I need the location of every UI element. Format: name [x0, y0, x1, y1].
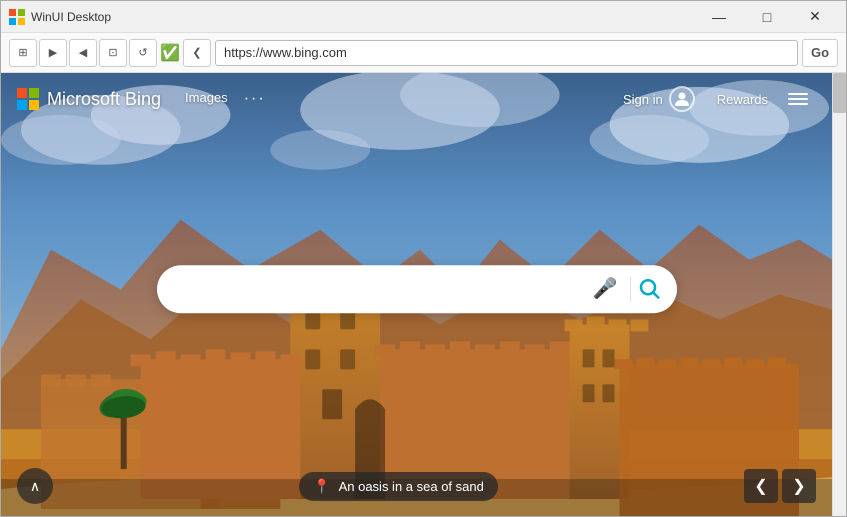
go-button[interactable]: Go [802, 39, 838, 67]
ms-logo-red [17, 88, 27, 98]
ms-logo-green [29, 88, 39, 98]
ms-logo-blue [17, 100, 27, 110]
rewards-button[interactable]: Rewards [713, 86, 772, 113]
window-controls: — □ ✕ [696, 1, 838, 33]
bottom-left-controls: ∧ [17, 468, 53, 504]
microsoft-logo [17, 88, 39, 110]
nav-toolbar: ⊞ ▶ ◀ ⊡ ↺ ✅ ❮ [9, 39, 211, 67]
image-caption: 📍 An oasis in a sea of sand [299, 472, 498, 501]
nav-images-link[interactable]: Images [185, 90, 228, 108]
search-divider [630, 277, 631, 301]
screen-btn-7[interactable]: ❮ [183, 39, 211, 67]
bottom-right-controls: ❮ ❯ [744, 469, 816, 503]
nav-links: Images ··· [185, 90, 266, 108]
minimize-button[interactable]: — [696, 1, 742, 33]
scrollbar-thumb[interactable] [833, 73, 846, 113]
app-window: WinUI Desktop — □ ✕ ⊞ ▶ ◀ ⊡ ↺ ✅ ❮ Go [0, 0, 847, 517]
sign-in-label: Sign in [623, 92, 663, 107]
bottom-bar: ∧ 📍 An oasis in a sea of sand ❮ ❯ [1, 468, 832, 504]
screen-btn-3[interactable]: ◀ [69, 39, 97, 67]
browser-content: Microsoft Bing Images ··· Sign in [1, 73, 846, 516]
location-icon: 📍 [313, 478, 330, 495]
address-input[interactable] [215, 40, 798, 66]
screen-btn-5[interactable]: ↺ [129, 39, 157, 67]
bing-logo: Microsoft Bing [17, 88, 161, 110]
check-icon: ✅ [159, 42, 181, 64]
search-input[interactable] [173, 280, 581, 298]
window-title: WinUI Desktop [31, 10, 696, 24]
hamburger-line-1 [788, 93, 808, 95]
search-container: 🎤 [157, 265, 677, 313]
microphone-icon[interactable]: 🎤 [589, 272, 622, 305]
caption-text: An oasis in a sea of sand [339, 479, 484, 494]
nav-more-button[interactable]: ··· [244, 90, 266, 108]
bing-logo-text: Microsoft Bing [47, 89, 161, 110]
search-button[interactable] [639, 278, 661, 300]
search-bar: 🎤 [157, 265, 677, 313]
address-bar: ⊞ ▶ ◀ ⊡ ↺ ✅ ❮ Go [1, 33, 846, 73]
sign-in-button[interactable]: Sign in [613, 80, 705, 118]
title-bar: WinUI Desktop — □ ✕ [1, 1, 846, 33]
screen-btn-1[interactable]: ⊞ [9, 39, 37, 67]
next-image-button[interactable]: ❯ [782, 469, 816, 503]
scrollbar[interactable] [832, 73, 846, 516]
user-icon [669, 86, 695, 112]
browser-page: Microsoft Bing Images ··· Sign in [1, 73, 832, 516]
prev-image-button[interactable]: ❮ [744, 469, 778, 503]
screen-btn-4[interactable]: ⊡ [99, 39, 127, 67]
up-arrow-icon: ∧ [30, 478, 40, 495]
close-button[interactable]: ✕ [792, 1, 838, 33]
app-icon [9, 9, 25, 25]
hamburger-menu-button[interactable] [780, 87, 816, 111]
maximize-button[interactable]: □ [744, 1, 790, 33]
screen-btn-2[interactable]: ▶ [39, 39, 67, 67]
bing-navbar: Microsoft Bing Images ··· Sign in [1, 73, 832, 125]
scroll-up-button[interactable]: ∧ [17, 468, 53, 504]
hamburger-line-3 [788, 103, 808, 105]
ms-logo-yellow [29, 100, 39, 110]
next-arrow-icon: ❯ [792, 476, 805, 496]
prev-arrow-icon: ❮ [754, 476, 767, 496]
hamburger-line-2 [788, 98, 808, 100]
